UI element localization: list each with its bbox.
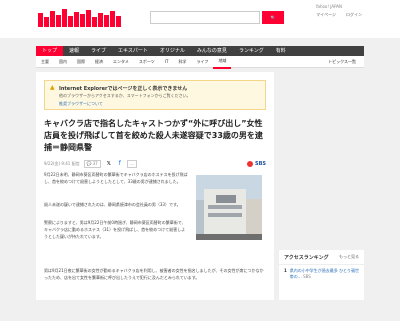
tab-sports[interactable]: スポーツ — [134, 56, 160, 68]
article-body: 9月22日未明、静岡市葵区両替町の繁華街でキャバクラ店のホステスを投げ飛ばし、首… — [44, 171, 266, 321]
nav-breaking[interactable]: 速報 — [63, 46, 85, 56]
user-links: マイページ ログイン — [316, 12, 362, 18]
ranking-title: アクセスランキング — [284, 255, 329, 261]
topics-list-link[interactable]: トピックス一覧 — [328, 59, 356, 65]
paragraph-2: 殺人未遂の疑いで逮捕されたのは、静岡県焼津市の会社員の男（33）です。 — [44, 202, 181, 207]
category-nav: 主要 国内 国際 経済 エンタメ スポーツ IT 科学 ライフ 地域 トピックス… — [36, 55, 364, 69]
more-share-button[interactable]: … — [126, 160, 137, 168]
search-input[interactable] — [150, 11, 260, 24]
search-button[interactable]: 🔍 — [262, 11, 284, 24]
warning-title: Internet Explorerではページを正しく表示できません — [59, 86, 188, 92]
rank-number: 1 — [284, 268, 287, 273]
browser-warning: ▲ Internet Explorerではページを正しく表示できません 他のブラ… — [44, 80, 266, 110]
sbs-logo-icon — [246, 161, 253, 167]
tab-science[interactable]: 科学 — [173, 56, 191, 68]
ranking-header: アクセスランキング もっと見る — [279, 250, 364, 265]
my-page-link[interactable]: マイページ — [316, 12, 336, 18]
nav-ranking[interactable]: ランキング — [233, 46, 270, 56]
tab-life[interactable]: ライフ — [191, 56, 213, 68]
nav-paid[interactable]: 有料 — [270, 46, 292, 56]
sidebar: アクセスランキング もっと見る 1 県内の小中学生が過去最多 ひとり親世帯の… … — [279, 72, 364, 300]
search-icon: 🔍 — [270, 15, 276, 20]
paragraph-1: 9月22日未明、静岡市葵区両替町の繁華街でキャバクラ店のホステスを投げ飛ばし、首… — [44, 172, 188, 184]
ranking-more-link[interactable]: もっと見る — [339, 254, 359, 261]
tab-economy[interactable]: 経済 — [90, 56, 108, 68]
publish-date: 9/22(金) 9:41 配信 — [44, 161, 80, 166]
tab-domestic[interactable]: 国内 — [54, 56, 72, 68]
login-link[interactable]: ログイン — [346, 12, 362, 18]
article-headline: キャバクラ店で指名したキャストつかず“外に呼び出し”女性店員を投げ飛ばして首を絞… — [44, 119, 263, 152]
ranking-item[interactable]: 1 県内の小中学生が過去最多 ひとり親世帯の… SBS — [279, 265, 364, 283]
nav-original[interactable]: オリジナル — [154, 46, 191, 56]
tab-it[interactable]: IT — [160, 56, 174, 68]
tab-local[interactable]: 地域 — [213, 55, 232, 69]
main-content: ▲ Internet Explorerではページを正しく表示できません 他のブラ… — [36, 72, 274, 300]
article-meta: 9/22(金) 9:41 配信 💬 37 𝕏 f … SBS — [44, 159, 266, 169]
recommended-browser-link[interactable]: 推奨ブラウザーについて — [59, 101, 103, 107]
share-facebook-button[interactable]: f — [117, 160, 123, 168]
source-logo[interactable]: SBS — [246, 161, 266, 167]
warning-text: 他のブラウザーからアクセスするか、スマートフォンからご覧ください。 — [59, 93, 191, 98]
nav-top[interactable]: トップ — [36, 46, 64, 56]
main-nav: トップ 速報 ライブ エキスパート オリジナル みんなの意見 ランキング 有料 — [36, 46, 364, 56]
tab-international[interactable]: 国際 — [72, 56, 90, 68]
article-photo[interactable] — [196, 175, 262, 240]
paragraph-4: 男は9月21日夜に繁華街の女性が勤めるキャバクラ店を利用し、被害者の女性を指名し… — [44, 268, 264, 280]
access-ranking: アクセスランキング もっと見る 1 県内の小中学生が過去最多 ひとり親世帯の… … — [279, 250, 364, 300]
header: Yahoo! JAPAN 🔍 マイページ ログイン — [0, 0, 400, 38]
comment-icon: 💬 — [86, 161, 92, 166]
tab-entertainment[interactable]: エンタメ — [108, 56, 134, 68]
comment-count: 37 — [92, 161, 98, 166]
rank-text: 県内の小中学生が過去最多 ひとり親世帯の… SBS — [289, 268, 359, 279]
paragraph-3: 警察によりますと、男は9月22日午前0時過ぎ、静岡市葵区両替町の繁華街で、キャバ… — [44, 220, 186, 239]
share-x-button[interactable]: 𝕏 — [105, 160, 113, 168]
yahoo-top-link[interactable]: Yahoo! JAPAN — [316, 4, 342, 9]
warning-icon: ▲ — [50, 84, 55, 91]
nav-live[interactable]: ライブ — [85, 46, 112, 56]
source-name: SBS — [254, 161, 266, 167]
comments-button[interactable]: 💬 37 — [83, 160, 101, 168]
yahoo-news-logo[interactable] — [38, 9, 143, 29]
nav-expert[interactable]: エキスパート — [112, 46, 154, 56]
tab-main[interactable]: 主要 — [36, 56, 54, 68]
